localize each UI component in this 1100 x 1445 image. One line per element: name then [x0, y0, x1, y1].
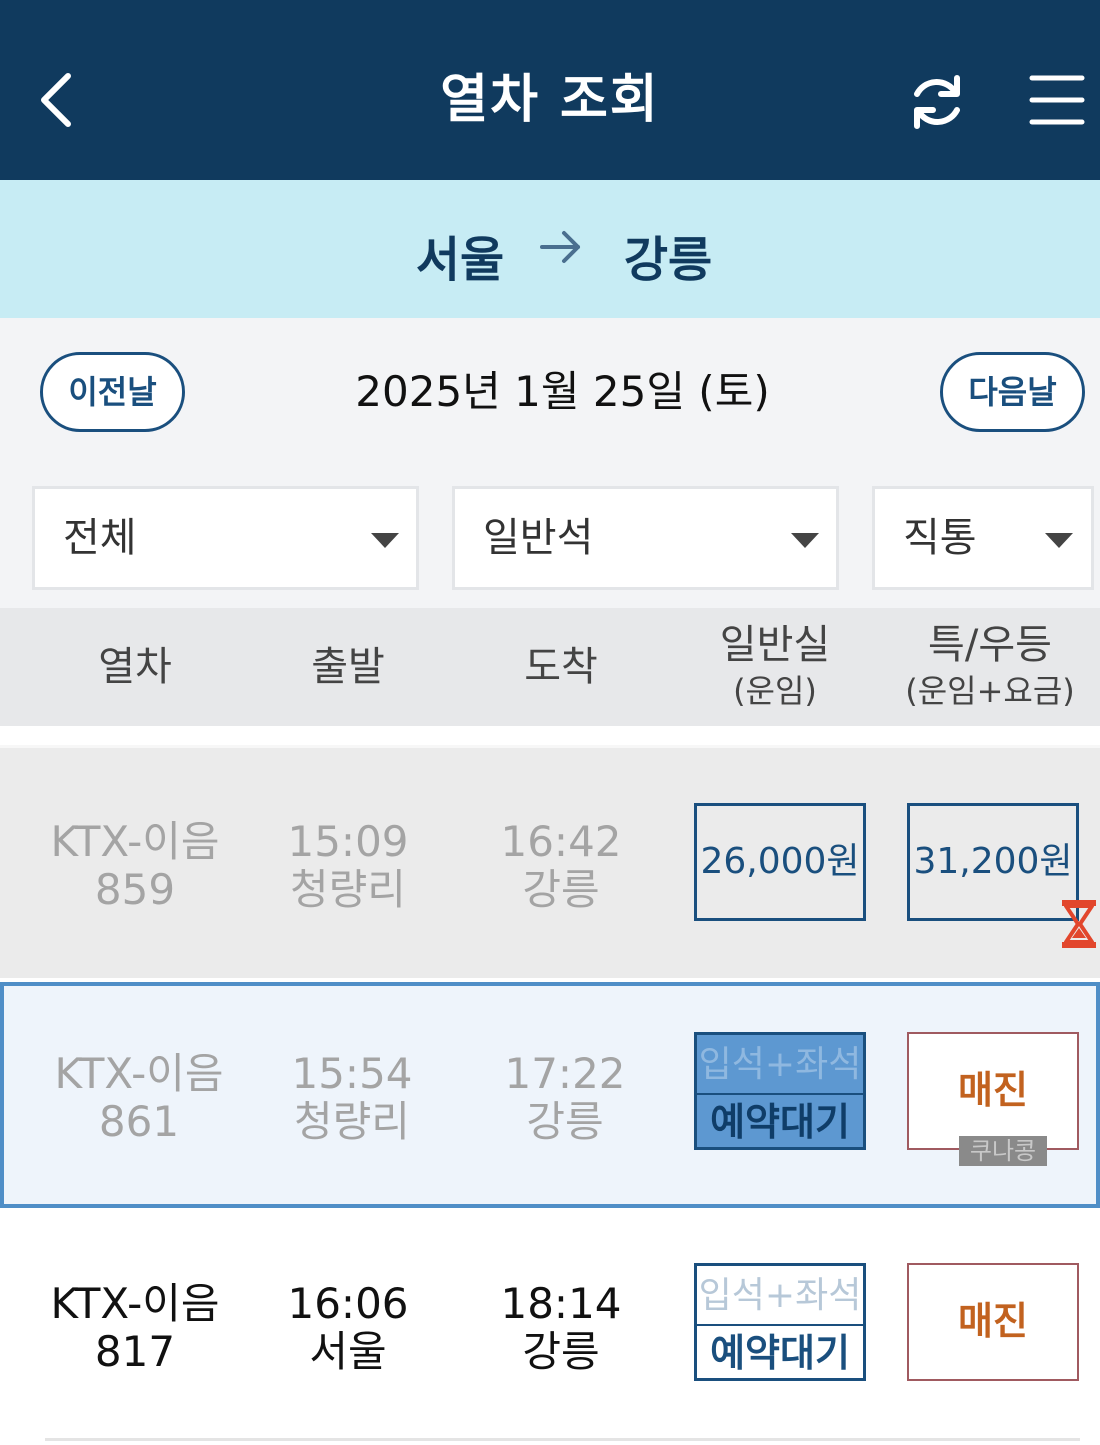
table-row-selected[interactable]: KTX-이음 861 15:54 청량리 17:22 강릉 입석+좌석 예약대기…: [0, 982, 1100, 1208]
seat-class-value: 일반석: [483, 515, 594, 561]
train-info: KTX-이음 817: [30, 1280, 240, 1376]
arrival-time: 18:14: [500, 1279, 622, 1328]
route-banner: 서울 강릉: [0, 180, 1100, 318]
hamburger-menu-icon: [1029, 75, 1085, 125]
standing-seat-label: 입석+좌석: [697, 1035, 863, 1095]
departure-time: 15:09: [287, 817, 409, 866]
refresh-button[interactable]: [905, 70, 969, 134]
selected-date: 2025년 1월 25일 (토): [355, 367, 770, 416]
arrival-station: 강릉: [623, 232, 713, 288]
standing-waitlist-button[interactable]: 입석+좌석 예약대기: [694, 1032, 866, 1150]
caret-down-icon: [791, 533, 819, 548]
column-standard-sub: (운임): [733, 672, 817, 710]
departure-info: 15:09 청량리: [243, 818, 453, 914]
table-row[interactable]: KTX-이음 859 15:09 청량리 16:42 강릉 26,000원 31…: [0, 745, 1100, 978]
departure-station: 서울: [309, 1327, 387, 1376]
arrival-info: 16:42 강릉: [456, 818, 666, 914]
menu-button[interactable]: [1028, 72, 1086, 128]
hourglass-icon: [1062, 900, 1096, 948]
next-day-button[interactable]: 다음날: [940, 352, 1085, 432]
departure-time: 16:06: [287, 1279, 409, 1328]
previous-day-button[interactable]: 이전날: [40, 352, 185, 432]
departure-station: 서울: [415, 232, 505, 288]
arrival-station: 강릉: [522, 865, 600, 914]
standing-seat-label: 입석+좌석: [697, 1266, 863, 1326]
arrow-right-icon: [540, 231, 580, 263]
column-departure: 출발: [311, 644, 385, 690]
train-type-select[interactable]: 전체: [32, 486, 419, 590]
column-first-sub: (운임+요금): [905, 672, 1075, 710]
train-info: KTX-이음 861: [34, 1050, 244, 1146]
arrival-time: 17:22: [504, 1049, 626, 1098]
arrival-info: 17:22 강릉: [460, 1050, 670, 1146]
departure-station: 청량리: [290, 865, 406, 914]
coupon-badge: 쿠나콩: [959, 1136, 1047, 1166]
caret-down-icon: [1045, 533, 1073, 548]
train-name: KTX-이음: [50, 817, 220, 866]
seat-class-select[interactable]: 일반석: [452, 486, 839, 590]
column-standard: 일반실 (운임): [680, 608, 870, 714]
departure-time: 15:54: [291, 1049, 413, 1098]
waitlist-label: 예약대기: [710, 1100, 850, 1144]
route-type-value: 직통: [903, 515, 977, 561]
refresh-icon: [914, 75, 960, 129]
waitlist-label: 예약대기: [710, 1331, 850, 1375]
date-filter-area: 이전날 2025년 1월 25일 (토) 다음날 전체 일반석 직통: [0, 318, 1100, 608]
sold-out-button[interactable]: 매진: [907, 1263, 1079, 1381]
departure-info: 16:06 서울: [243, 1280, 453, 1376]
arrival-station: 강릉: [526, 1097, 604, 1146]
column-train: 열차: [98, 644, 172, 690]
departure-info: 15:54 청량리: [247, 1050, 457, 1146]
row-divider: [45, 1438, 1080, 1441]
departure-station: 청량리: [294, 1097, 410, 1146]
column-standard-label: 일반실: [719, 622, 831, 668]
train-name: KTX-이음: [50, 1279, 220, 1328]
table-header: 열차 출발 도착 일반실 (운임) 특/우등 (운임+요금): [0, 608, 1100, 726]
route-type-select[interactable]: 직통: [872, 486, 1094, 590]
arrival-info: 18:14 강릉: [456, 1280, 666, 1376]
column-arrival: 도착: [524, 644, 598, 690]
train-name: KTX-이음: [54, 1049, 224, 1098]
arrival-time: 16:42: [500, 817, 622, 866]
table-row[interactable]: KTX-이음 817 16:06 서울 18:14 강릉 입석+좌석 예약대기 …: [0, 1210, 1100, 1445]
standing-waitlist-button[interactable]: 입석+좌석 예약대기: [694, 1263, 866, 1381]
standard-price-button[interactable]: 26,000원: [694, 803, 866, 921]
train-info: KTX-이음 859: [30, 818, 240, 914]
train-number: 817: [94, 1327, 176, 1376]
train-number: 861: [98, 1097, 180, 1146]
train-type-value: 전체: [63, 515, 137, 561]
column-first: 특/우등 (운임+요금): [880, 608, 1100, 714]
first-class-price-button[interactable]: 31,200원: [907, 803, 1079, 921]
column-first-label: 특/우등: [928, 622, 1052, 668]
train-number: 859: [94, 865, 176, 914]
sold-out-button[interactable]: 매진: [907, 1032, 1079, 1150]
app-header: 열차 조회: [0, 0, 1100, 180]
arrival-station: 강릉: [522, 1327, 600, 1376]
caret-down-icon: [371, 533, 399, 548]
